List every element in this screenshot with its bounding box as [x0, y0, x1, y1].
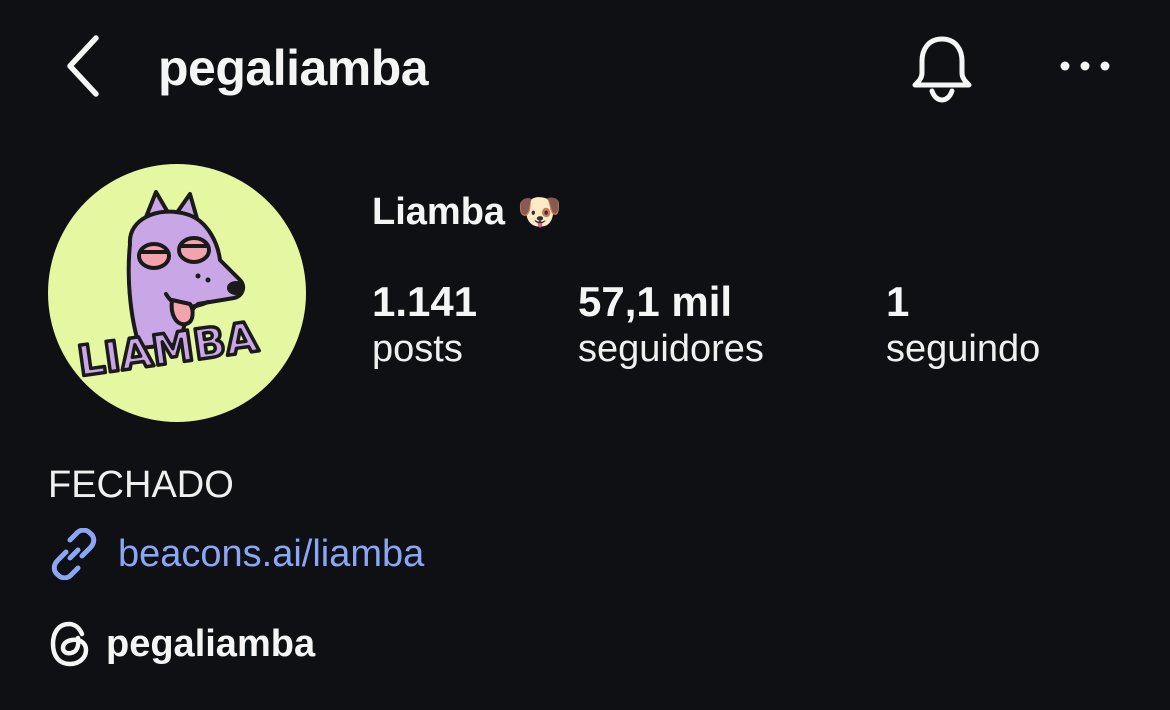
threads-badge[interactable]: pegaliamba: [48, 620, 315, 668]
threads-icon: [50, 621, 89, 667]
profile-username-title: pegaliamba: [158, 40, 429, 96]
bio-link-text: beacons.ai/liamba: [118, 533, 425, 575]
stat-posts[interactable]: 1.141 posts: [372, 278, 477, 372]
more-horizontal-icon: [1060, 61, 1110, 71]
more-options-button[interactable]: [1050, 36, 1120, 96]
chevron-left-icon: [67, 35, 99, 97]
bell-icon: [912, 36, 972, 103]
stat-following[interactable]: 1 seguindo: [886, 278, 1040, 372]
back-button[interactable]: [52, 30, 116, 102]
profile-display-name: Liamba 🐶: [372, 190, 562, 234]
link-icon: [51, 528, 97, 580]
avatar-illustration: LIAMBA: [73, 190, 263, 388]
display-name-text: Liamba: [372, 191, 506, 233]
posts-label: posts: [372, 328, 463, 370]
notifications-button[interactable]: [902, 28, 982, 108]
stat-followers[interactable]: 57,1 mil seguidores: [578, 278, 764, 372]
followers-count: 57,1 mil: [578, 278, 733, 325]
bio-link[interactable]: beacons.ai/liamba: [48, 528, 424, 580]
following-count: 1: [886, 278, 910, 325]
followers-label: seguidores: [578, 328, 764, 370]
posts-count: 1.141: [372, 278, 478, 325]
dog-emoji: 🐶: [517, 191, 562, 232]
profile-avatar[interactable]: LIAMBA: [48, 164, 306, 422]
threads-handle: pegaliamba: [106, 623, 316, 665]
bio-text: FECHADO: [48, 464, 234, 506]
following-label: seguindo: [886, 328, 1041, 370]
